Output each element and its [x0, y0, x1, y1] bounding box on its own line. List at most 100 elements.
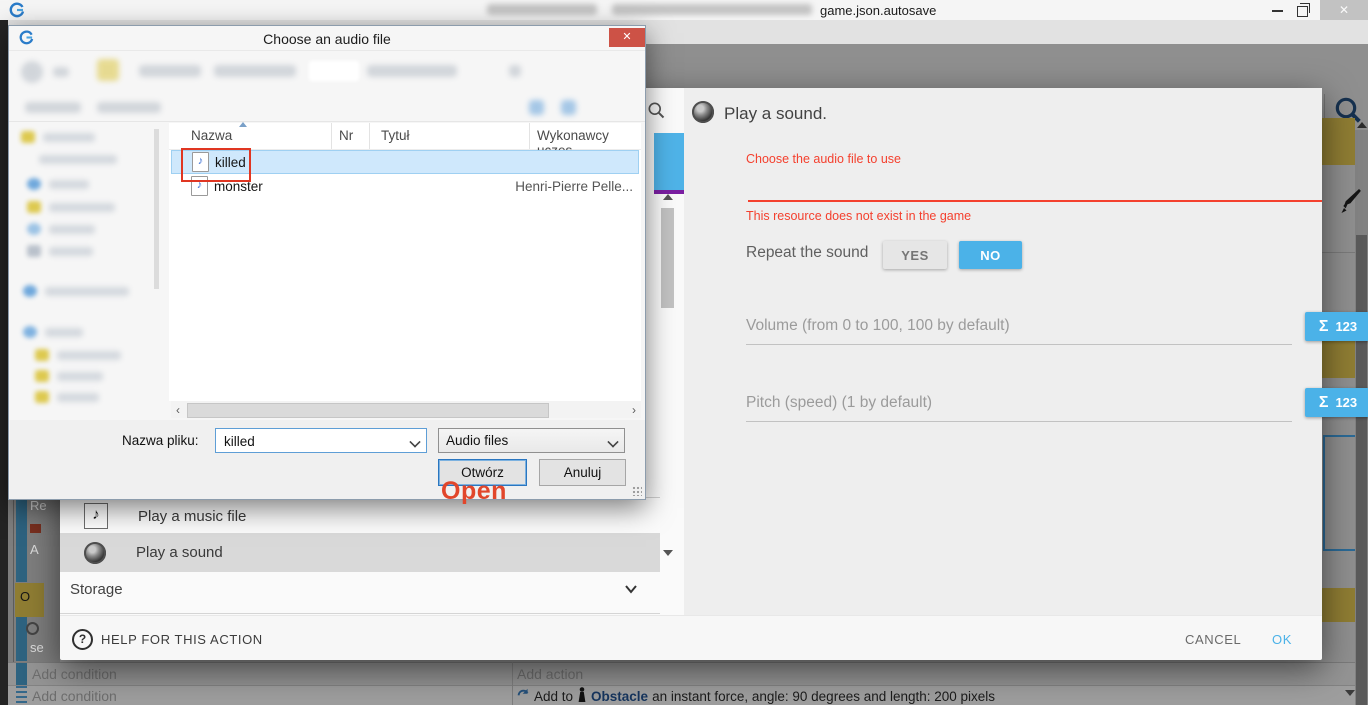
scroll-down-icon[interactable] — [1345, 690, 1355, 696]
resize-grip[interactable] — [632, 486, 642, 496]
action-item-label: Play a sound — [136, 544, 223, 561]
view-options-icon[interactable] — [529, 100, 544, 115]
pitch-expression-button[interactable]: Σ 123 — [1305, 388, 1368, 417]
events-scrollbar-thumb[interactable] — [1356, 235, 1367, 705]
tree-item[interactable] — [27, 223, 95, 235]
close-button[interactable]: ✕ — [1320, 0, 1368, 20]
search-box[interactable] — [309, 61, 359, 81]
file-list-header: Nazwa Nr Tytuł Wykonawcy uczes... — [169, 123, 641, 150]
annotation-open-text: Open — [441, 477, 507, 506]
audio-file-input-underline — [748, 200, 1322, 202]
force-action-row[interactable]: Add to Obstacle an instant force, angle:… — [517, 687, 995, 705]
column-divider[interactable] — [529, 123, 530, 149]
scroll-left-icon[interactable]: ‹ — [171, 403, 185, 417]
filetype-combobox[interactable]: Audio files — [438, 428, 625, 453]
scroll-right-icon[interactable]: › — [627, 403, 641, 417]
window-titlebar: game.json.autosave ✕ — [0, 0, 1368, 21]
action-text: an instant force, angle: 90 degrees and … — [652, 689, 995, 704]
volume-expression-button[interactable]: Σ 123 — [1305, 312, 1368, 341]
annotation-highlight-box — [181, 148, 251, 182]
breadcrumb[interactable] — [214, 65, 296, 77]
brush-icon[interactable] — [1340, 188, 1362, 219]
tree-item[interactable] — [35, 370, 103, 382]
breadcrumb[interactable] — [139, 65, 201, 77]
tree-item[interactable] — [35, 349, 121, 361]
help-icon[interactable] — [561, 100, 576, 115]
sidebar-scrollbar-thumb[interactable] — [154, 129, 159, 289]
event-partial-text: se — [30, 640, 44, 655]
event-partial-text: A — [30, 542, 39, 557]
section-label: Storage — [70, 581, 123, 598]
ok-button[interactable]: OK — [1272, 632, 1292, 647]
file-dialog-close-button[interactable]: ✕ — [609, 28, 645, 47]
filename-combobox[interactable] — [215, 428, 427, 453]
tree-item[interactable] — [27, 178, 89, 190]
tree-item[interactable] — [23, 285, 129, 297]
volume-field-placeholder[interactable]: Volume (from 0 to 100, 100 by default) — [746, 317, 1010, 335]
organize-menu[interactable] — [25, 102, 81, 113]
action-list-scrollbar-thumb[interactable] — [661, 208, 674, 308]
column-header-nr[interactable]: Nr — [339, 128, 353, 143]
nav-button[interactable] — [509, 65, 521, 77]
editor-title: Play a sound. — [724, 104, 827, 124]
scroll-up-icon[interactable] — [1357, 122, 1367, 128]
event-row: Add condition Add action — [8, 662, 1368, 685]
audio-file-input[interactable] — [746, 170, 1322, 200]
minimize-button[interactable] — [1272, 10, 1283, 12]
tree-item[interactable] — [35, 391, 99, 403]
cancel-button[interactable]: CANCEL — [1185, 632, 1241, 647]
add-condition-link[interactable]: Add condition — [32, 666, 117, 682]
file-dialog-bottom: Nazwa pliku: Audio files Otwórz Anuluj — [10, 420, 645, 499]
section-storage[interactable]: Storage — [60, 572, 660, 614]
events-margin — [0, 20, 8, 705]
gdevelop-logo-icon — [9, 2, 25, 18]
tree-item[interactable] — [23, 326, 83, 338]
scroll-up-icon[interactable] — [663, 194, 673, 200]
screen: game.json.autosave ✕ — [0, 0, 1368, 705]
pitch-field-placeholder[interactable]: Pitch (speed) (1 by default) — [746, 394, 932, 412]
column-header-name[interactable]: Nazwa — [191, 128, 232, 143]
tree-item[interactable] — [21, 131, 95, 143]
scroll-down-icon[interactable] — [663, 550, 673, 556]
sort-asc-icon — [239, 122, 247, 127]
file-list-hscrollbar[interactable]: ‹ › — [171, 401, 641, 418]
file-dialog-titlebar: Choose an audio file ✕ — [9, 26, 645, 50]
new-folder-button[interactable] — [97, 102, 161, 113]
column-header-title[interactable]: Tytuł — [381, 128, 410, 143]
action-item-play-music[interactable]: ♪ Play a music file — [60, 497, 660, 534]
restore-button[interactable] — [1297, 6, 1308, 17]
filename-label: Nazwa pliku: — [122, 433, 199, 448]
object-name: Obstacle — [591, 689, 648, 704]
help-link[interactable]: ? HELP FOR THIS ACTION — [72, 629, 263, 650]
search-icon[interactable] — [646, 100, 666, 125]
event-indent-bar — [16, 617, 27, 661]
tree-item[interactable] — [27, 245, 93, 257]
help-icon: ? — [72, 629, 93, 650]
hscrollbar-thumb[interactable] — [187, 403, 549, 418]
tree-item[interactable] — [27, 201, 115, 213]
events-divider — [1322, 252, 1355, 253]
file-dialog-command-row — [9, 95, 645, 122]
forward-button[interactable] — [53, 67, 69, 77]
repeat-no-button[interactable]: NO — [959, 241, 1022, 269]
file-chooser-dialog: Choose an audio file ✕ — [8, 25, 646, 500]
file-performers: Henri-Pierre Pelle... — [515, 179, 633, 194]
add-condition-link[interactable]: Add condition — [32, 688, 117, 704]
action-item-play-sound[interactable]: Play a sound — [60, 533, 660, 572]
filename-input[interactable] — [222, 433, 396, 450]
search-box-label — [367, 65, 457, 77]
column-divider[interactable] — [331, 123, 332, 149]
events-connector — [13, 495, 14, 662]
selected-category-tab[interactable] — [654, 133, 686, 194]
repeat-yes-button[interactable]: YES — [883, 241, 947, 269]
event-circle-icon — [26, 622, 39, 635]
sigma-icon: Σ — [1319, 318, 1329, 336]
event-indent-bar — [16, 497, 27, 582]
add-action-link[interactable]: Add action — [517, 666, 583, 682]
cancel-button[interactable]: Anuluj — [539, 459, 626, 486]
event-highlight-cell — [1322, 118, 1355, 165]
back-button[interactable] — [21, 61, 43, 83]
column-divider[interactable] — [369, 123, 370, 149]
object-icon — [577, 687, 587, 705]
tree-item[interactable] — [39, 155, 117, 164]
